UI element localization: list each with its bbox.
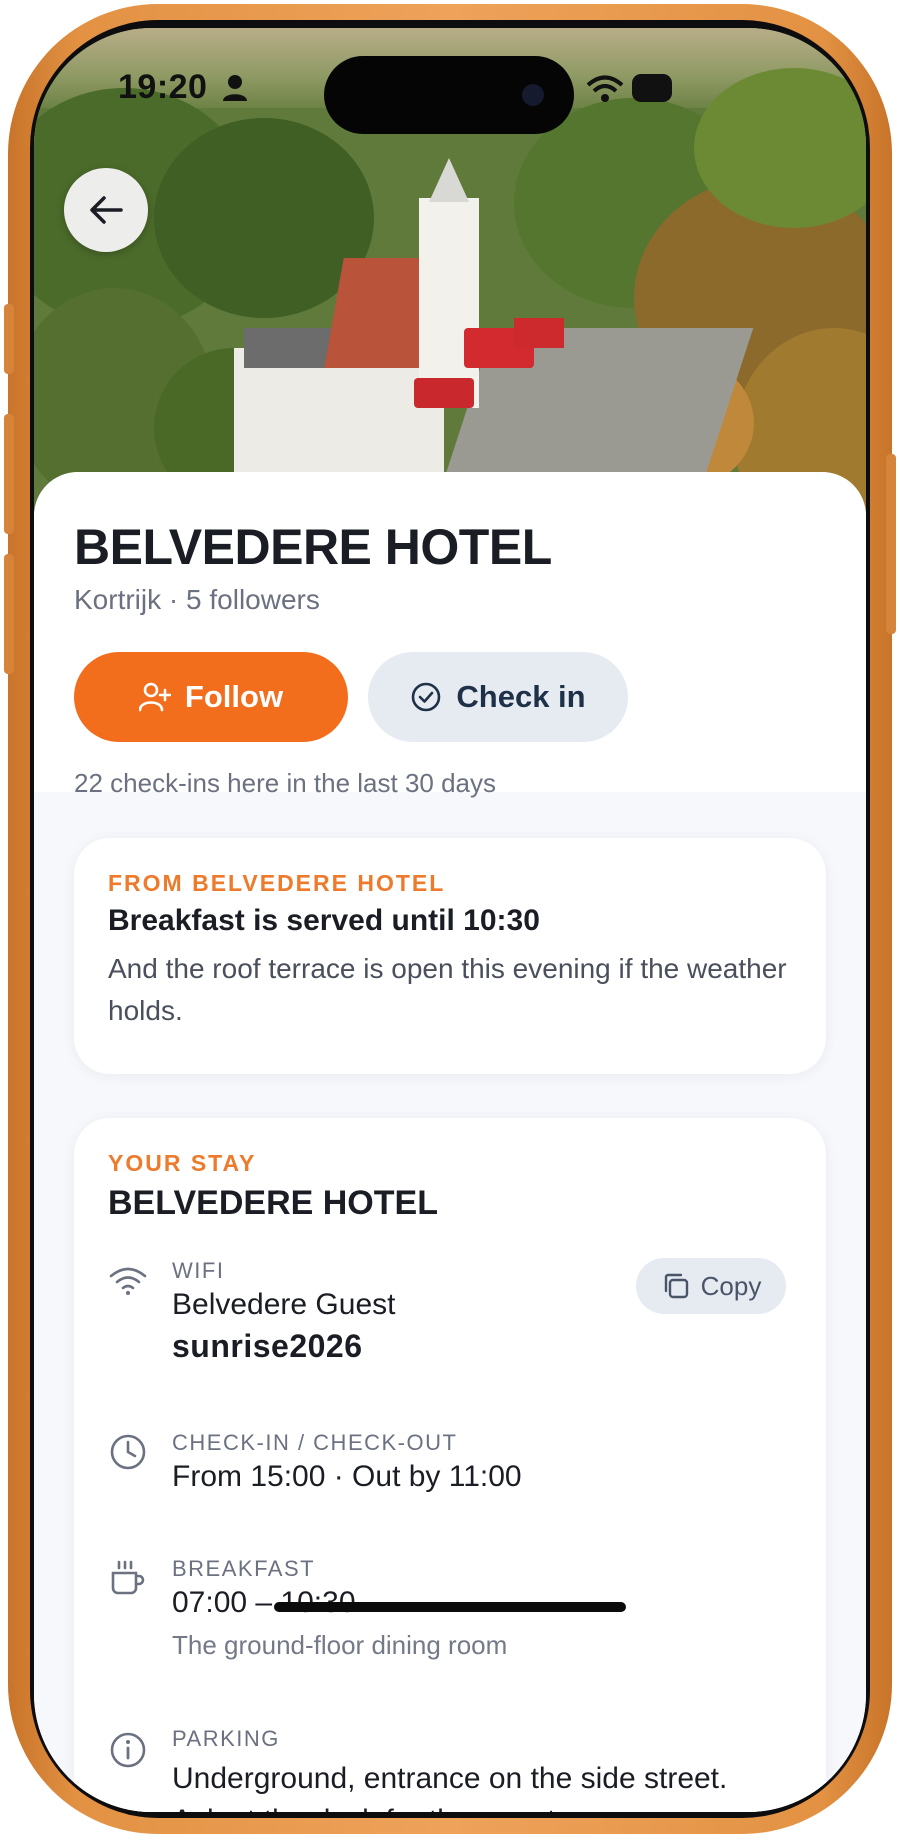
breakfast-location: The ground-floor dining room bbox=[172, 1630, 508, 1660]
checkins-count-note: 22 check-ins here in the last 30 days bbox=[74, 768, 497, 798]
hotel-meta: Kortrijk · 5 followers bbox=[74, 584, 320, 616]
hotel-followers: 5 followers bbox=[186, 584, 320, 615]
wifi-network: Belvedere Guest bbox=[172, 1288, 396, 1321]
copy-label: Copy bbox=[700, 1270, 762, 1301]
hotel-header: BELVEDERE HOTEL Kortrijk · 5 followers F… bbox=[34, 472, 866, 798]
arrow-left-icon bbox=[90, 196, 123, 224]
wifi-password: sunrise2026 bbox=[172, 1328, 363, 1364]
breakfast-label: BREAKFAST bbox=[172, 1556, 316, 1581]
message-eyebrow: FROM BELVEDERE HOTEL bbox=[108, 870, 446, 896]
follow-label: Follow bbox=[184, 679, 284, 714]
person-icon bbox=[223, 75, 247, 101]
message-body: And the roof terrace is open this evenin… bbox=[108, 953, 787, 1026]
volume-up-button bbox=[4, 414, 14, 534]
hotel-tower bbox=[419, 198, 479, 408]
wifi-status-icon bbox=[586, 75, 624, 102]
hotel-location: Kortrijk bbox=[74, 584, 162, 615]
battery-icon bbox=[632, 74, 672, 102]
side-button bbox=[4, 304, 14, 374]
dynamic-island bbox=[324, 56, 574, 134]
wifi-label: WIFI bbox=[172, 1258, 225, 1283]
home-indicator[interactable] bbox=[274, 1602, 626, 1612]
message-title: Breakfast is served until 10:30 bbox=[108, 904, 540, 937]
back-button[interactable] bbox=[64, 168, 148, 252]
clock-icon bbox=[110, 1434, 146, 1470]
checkin-checkout-label: CHECK-IN / CHECK-OUT bbox=[172, 1430, 458, 1455]
hotel-name: BELVEDERE HOTEL bbox=[74, 519, 552, 575]
checkin-checkout-value: From 15:00 · Out by 11:00 bbox=[172, 1460, 522, 1493]
copy-icon bbox=[664, 1273, 688, 1299]
hotel-hero-photo: 19:20 bbox=[34, 28, 866, 548]
app-screen: 19:20 BELVEDERE HOTEL Kortrijk · 5 follo… bbox=[34, 28, 866, 1812]
status-time: 19:20 bbox=[118, 68, 208, 106]
wifi-icon bbox=[109, 1267, 147, 1295]
meta-separator: · bbox=[168, 584, 179, 615]
stay-title: BELVEDERE HOTEL bbox=[108, 1184, 438, 1222]
coffee-cup-icon bbox=[111, 1560, 145, 1595]
stay-eyebrow: YOUR STAY bbox=[108, 1150, 257, 1176]
parking-label: PARKING bbox=[172, 1726, 280, 1751]
user-plus-icon bbox=[138, 682, 171, 712]
power-button bbox=[886, 454, 896, 634]
info-icon bbox=[110, 1732, 146, 1768]
check-circle-icon bbox=[412, 682, 441, 712]
check-in-button[interactable]: Check in bbox=[368, 652, 628, 742]
copy-wifi-button[interactable]: Copy bbox=[636, 1258, 786, 1314]
follow-button[interactable]: Follow bbox=[74, 652, 348, 742]
check-in-label: Check in bbox=[456, 679, 586, 714]
volume-down-button bbox=[4, 554, 14, 674]
your-stay-card: YOUR STAY BELVEDERE HOTEL WIFI Belvedere… bbox=[74, 1118, 826, 1812]
hotel-message-card: FROM BELVEDERE HOTEL Breakfast is served… bbox=[74, 838, 826, 1074]
parking-value: Underground, entrance on the side street… bbox=[172, 1762, 728, 1812]
